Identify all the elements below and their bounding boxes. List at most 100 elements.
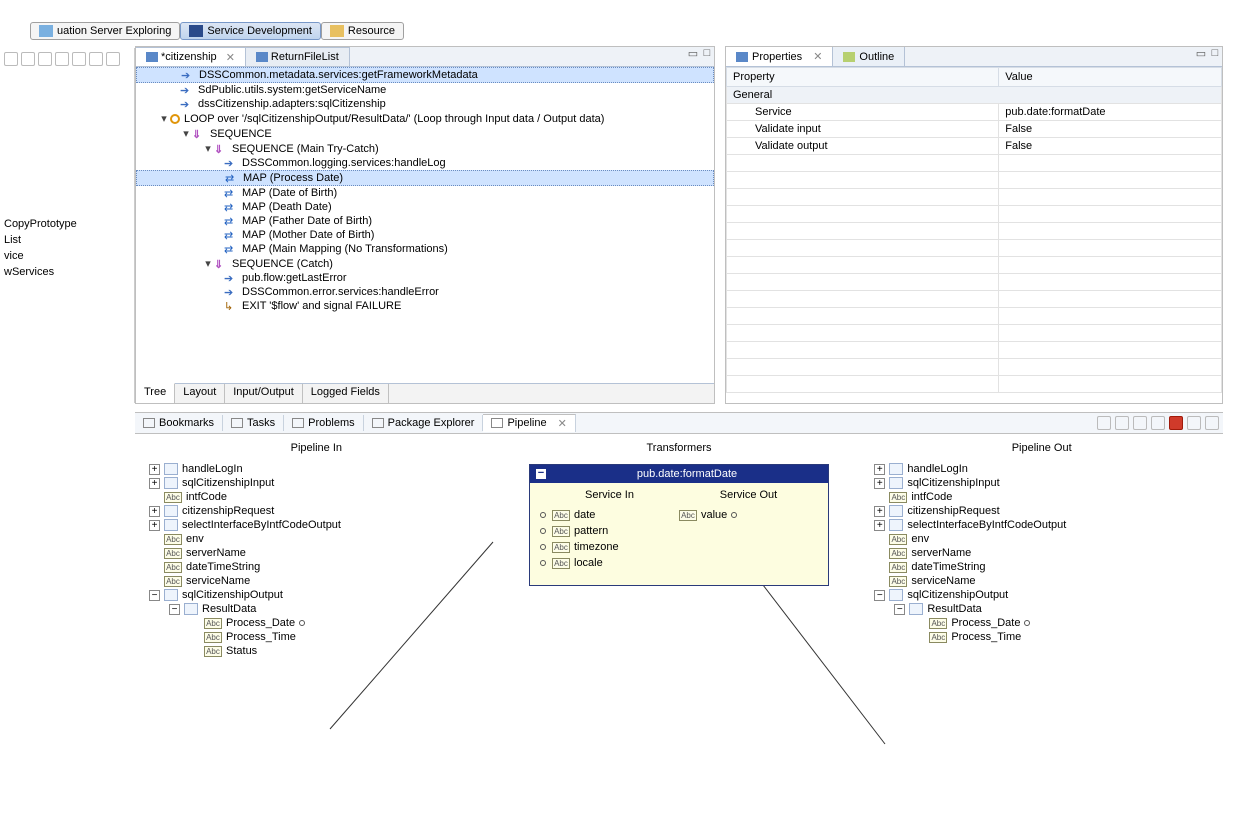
- perspective-resource[interactable]: Resource: [321, 22, 404, 40]
- close-icon[interactable]: ✕: [226, 51, 235, 64]
- twisty-icon[interactable]: ▾: [158, 112, 170, 125]
- pipeline-node[interactable]: Abcenv: [868, 532, 1215, 546]
- minimize-icon[interactable]: ▭: [686, 47, 700, 66]
- refresh-icon[interactable]: [1205, 416, 1219, 430]
- tab-problems[interactable]: Problems: [284, 415, 363, 431]
- pipeline-node[interactable]: AbcdateTimeString: [143, 560, 490, 574]
- tab-io[interactable]: Input/Output: [225, 384, 303, 403]
- pipeline-node[interactable]: +sqlCitizenshipInput: [143, 476, 490, 490]
- twisty-icon[interactable]: ▾: [202, 142, 214, 155]
- expand-icon[interactable]: +: [149, 506, 160, 517]
- sidebar-item[interactable]: wServices: [4, 264, 130, 280]
- prop-validate-output[interactable]: Validate output: [727, 138, 999, 155]
- sidebar-item[interactable]: vice: [4, 248, 130, 264]
- pipeline-node[interactable]: AbcdateTimeString: [868, 560, 1215, 574]
- port-icon[interactable]: [299, 620, 305, 626]
- port-icon[interactable]: [540, 544, 546, 550]
- sidebar-item[interactable]: CopyPrototype: [4, 216, 130, 232]
- pipeline-node[interactable]: AbcProcess_Time: [868, 630, 1215, 644]
- pipeline-node[interactable]: AbcStatus: [143, 644, 490, 658]
- port-icon[interactable]: [731, 512, 737, 518]
- pipeline-node[interactable]: −ResultData: [143, 602, 490, 616]
- col-value[interactable]: Value: [999, 68, 1222, 87]
- prop-validate-input[interactable]: Validate input: [727, 121, 999, 138]
- pipeline-node[interactable]: −sqlCitizenshipOutput: [143, 588, 490, 602]
- pipeline-node[interactable]: AbcProcess_Date: [143, 616, 490, 630]
- drop-icon[interactable]: [1151, 416, 1165, 430]
- set-value-icon[interactable]: [1133, 416, 1147, 430]
- group-general[interactable]: General: [727, 87, 1222, 104]
- flow-step[interactable]: ➔pub.flow:getLastError: [136, 271, 714, 285]
- map-icon[interactable]: [1115, 416, 1129, 430]
- pipeline-node[interactable]: AbcserviceName: [868, 574, 1215, 588]
- port-icon[interactable]: [540, 560, 546, 566]
- tb-icon[interactable]: [38, 52, 52, 66]
- tab-bookmarks[interactable]: Bookmarks: [135, 415, 223, 431]
- pipeline-node[interactable]: AbcProcess_Date: [868, 616, 1215, 630]
- col-property[interactable]: Property: [727, 68, 999, 87]
- prop-service[interactable]: Service: [727, 104, 999, 121]
- flow-step[interactable]: ▾⇓SEQUENCE (Main Try-Catch): [136, 141, 714, 156]
- tab-outline[interactable]: Outline: [833, 47, 905, 66]
- pipeline-node[interactable]: +selectInterfaceByIntfCodeOutput: [868, 518, 1215, 532]
- flow-step[interactable]: ▾⇓SEQUENCE: [136, 126, 714, 141]
- tab-properties[interactable]: Properties ✕: [726, 47, 833, 66]
- twisty-icon[interactable]: ▾: [202, 257, 214, 270]
- minimize-icon[interactable]: ▭: [1194, 47, 1208, 66]
- service-in-field[interactable]: Abclocale: [540, 555, 679, 571]
- pipeline-node[interactable]: +selectInterfaceByIntfCodeOutput: [143, 518, 490, 532]
- flow-step[interactable]: ▾LOOP over '/sqlCitizenshipOutput/Result…: [136, 111, 714, 126]
- expand-icon[interactable]: +: [874, 506, 885, 517]
- expand-icon[interactable]: +: [149, 464, 160, 475]
- close-icon[interactable]: ✕: [813, 50, 822, 63]
- tb-icon[interactable]: [4, 52, 18, 66]
- editor-tab-citizenship[interactable]: *citizenship ✕: [136, 47, 246, 66]
- collapse-icon[interactable]: −: [536, 469, 546, 479]
- tb-icon[interactable]: [55, 52, 69, 66]
- flow-step[interactable]: ⇄MAP (Death Date): [136, 200, 714, 214]
- port-icon[interactable]: [540, 512, 546, 518]
- expand-icon[interactable]: −: [169, 604, 180, 615]
- flow-step[interactable]: ⇄MAP (Date of Birth): [136, 186, 714, 200]
- expand-icon[interactable]: +: [874, 464, 885, 475]
- flow-step[interactable]: ➔DSSCommon.logging.services:handleLog: [136, 156, 714, 170]
- service-in-field[interactable]: Abcpattern: [540, 523, 679, 539]
- pipeline-node[interactable]: +handleLogIn: [868, 462, 1215, 476]
- close-icon[interactable]: ✕: [558, 417, 567, 430]
- flow-step[interactable]: ⇄MAP (Father Date of Birth): [136, 214, 714, 228]
- pipeline-node[interactable]: +citizenshipRequest: [868, 504, 1215, 518]
- transformer-box[interactable]: −pub.date:formatDate Service In AbcdateA…: [529, 464, 829, 586]
- expand-icon[interactable]: +: [874, 520, 885, 531]
- pipeline-node[interactable]: Abcenv: [143, 532, 490, 546]
- expand-icon[interactable]: −: [894, 604, 905, 615]
- maximize-icon[interactable]: □: [1208, 47, 1222, 66]
- service-out-field[interactable]: Abcvalue: [679, 507, 818, 523]
- pipeline-node[interactable]: +sqlCitizenshipInput: [868, 476, 1215, 490]
- twisty-icon[interactable]: ▾: [180, 127, 192, 140]
- tb-icon[interactable]: [21, 52, 35, 66]
- tb-icon[interactable]: [89, 52, 103, 66]
- port-icon[interactable]: [1024, 620, 1030, 626]
- tab-package-explorer[interactable]: Package Explorer: [364, 415, 484, 431]
- expand-icon[interactable]: −: [149, 590, 160, 601]
- pipeline-node[interactable]: AbcserviceName: [143, 574, 490, 588]
- pipeline-node[interactable]: −sqlCitizenshipOutput: [868, 588, 1215, 602]
- pipeline-node[interactable]: AbcintfCode: [868, 490, 1215, 504]
- expand-icon[interactable]: −: [874, 590, 885, 601]
- tab-layout[interactable]: Layout: [175, 384, 225, 403]
- tab-logged[interactable]: Logged Fields: [303, 384, 389, 403]
- expand-icon[interactable]: +: [149, 478, 160, 489]
- flow-step[interactable]: ⇄MAP (Process Date): [136, 170, 714, 186]
- pipeline-node[interactable]: AbcserverName: [143, 546, 490, 560]
- service-in-field[interactable]: Abcdate: [540, 507, 679, 523]
- delete-icon[interactable]: [1169, 416, 1183, 430]
- maximize-icon[interactable]: □: [700, 47, 714, 66]
- val-service[interactable]: pub.date:formatDate: [999, 104, 1222, 121]
- flow-step[interactable]: ➔DSSCommon.metadata.services:getFramewor…: [136, 67, 714, 83]
- pipeline-node[interactable]: AbcserverName: [868, 546, 1215, 560]
- expand-icon[interactable]: +: [149, 520, 160, 531]
- editor-tab-returnfilelist[interactable]: ReturnFileList: [246, 47, 350, 66]
- link-icon[interactable]: [1097, 416, 1111, 430]
- pipeline-node[interactable]: +citizenshipRequest: [143, 504, 490, 518]
- pipeline-node[interactable]: +handleLogIn: [143, 462, 490, 476]
